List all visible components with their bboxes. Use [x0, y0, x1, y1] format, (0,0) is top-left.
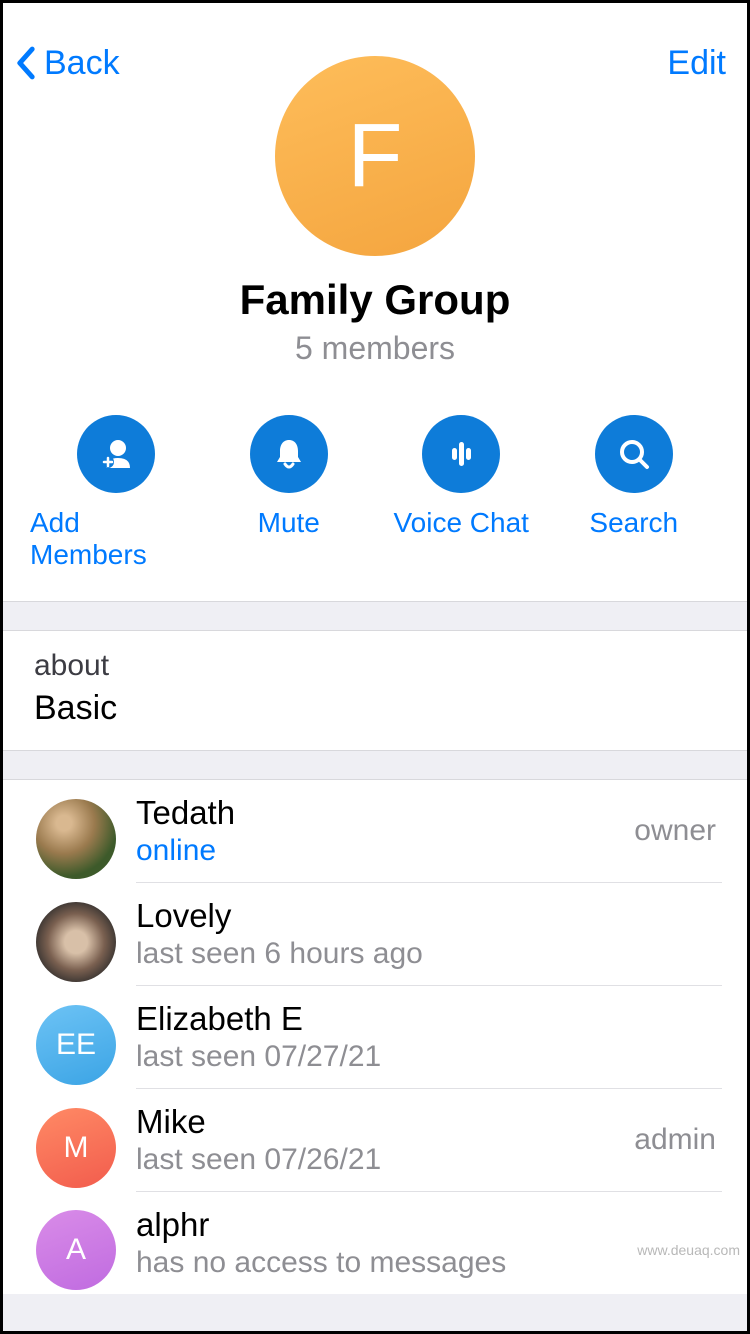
voice-chat-button[interactable]: Voice Chat [375, 415, 548, 571]
group-avatar-initial: F [348, 105, 403, 208]
member-name: alphr [136, 1206, 506, 1244]
members-list: Tedath online owner Lovely last seen 6 h… [0, 780, 750, 1294]
edit-button[interactable]: Edit [667, 44, 726, 83]
member-avatar: A [36, 1210, 116, 1290]
member-status: last seen 07/26/21 [136, 1143, 381, 1177]
group-title: Family Group [0, 276, 750, 324]
about-value: Basic [34, 689, 716, 728]
member-role: owner [634, 814, 716, 848]
section-separator [0, 601, 750, 631]
watermark: www.deuaq.com [637, 1242, 740, 1258]
member-status: has no access to messages [136, 1246, 506, 1280]
member-name: Elizabeth E [136, 1000, 381, 1038]
member-status: last seen 6 hours ago [136, 937, 423, 971]
member-row[interactable]: Tedath online owner [0, 780, 750, 883]
search-label: Search [589, 507, 678, 539]
member-name: Lovely [136, 897, 423, 935]
back-button[interactable]: Back [16, 44, 120, 83]
search-icon [595, 415, 673, 493]
edit-label: Edit [667, 44, 726, 82]
chevron-left-icon [16, 46, 36, 80]
voice-chat-icon [422, 415, 500, 493]
member-avatar [36, 799, 116, 879]
member-row[interactable]: M Mike last seen 07/26/21 admin [0, 1089, 750, 1192]
bell-icon [250, 415, 328, 493]
actions-row: Add Members Mute Voice Chat [0, 367, 750, 571]
group-subtitle: 5 members [0, 330, 750, 367]
add-members-icon [77, 415, 155, 493]
mute-button[interactable]: Mute [203, 415, 376, 571]
about-label: about [34, 649, 716, 683]
search-button[interactable]: Search [548, 415, 721, 571]
section-separator [0, 750, 750, 780]
member-row[interactable]: EE Elizabeth E last seen 07/27/21 [0, 986, 750, 1089]
add-members-button[interactable]: Add Members [30, 415, 203, 571]
add-members-label: Add Members [30, 507, 203, 571]
member-status: last seen 07/27/21 [136, 1040, 381, 1074]
member-row[interactable]: Lovely last seen 6 hours ago [0, 883, 750, 986]
mute-label: Mute [258, 507, 320, 539]
voice-chat-label: Voice Chat [394, 507, 529, 539]
back-label: Back [44, 44, 120, 83]
member-name: Tedath [136, 794, 235, 832]
about-section[interactable]: about Basic [0, 631, 750, 750]
member-role: admin [634, 1123, 716, 1157]
group-avatar[interactable]: F [275, 56, 475, 256]
member-avatar: EE [36, 1005, 116, 1085]
member-avatar: M [36, 1108, 116, 1188]
member-status: online [136, 834, 235, 868]
member-avatar [36, 902, 116, 982]
member-name: Mike [136, 1103, 381, 1141]
